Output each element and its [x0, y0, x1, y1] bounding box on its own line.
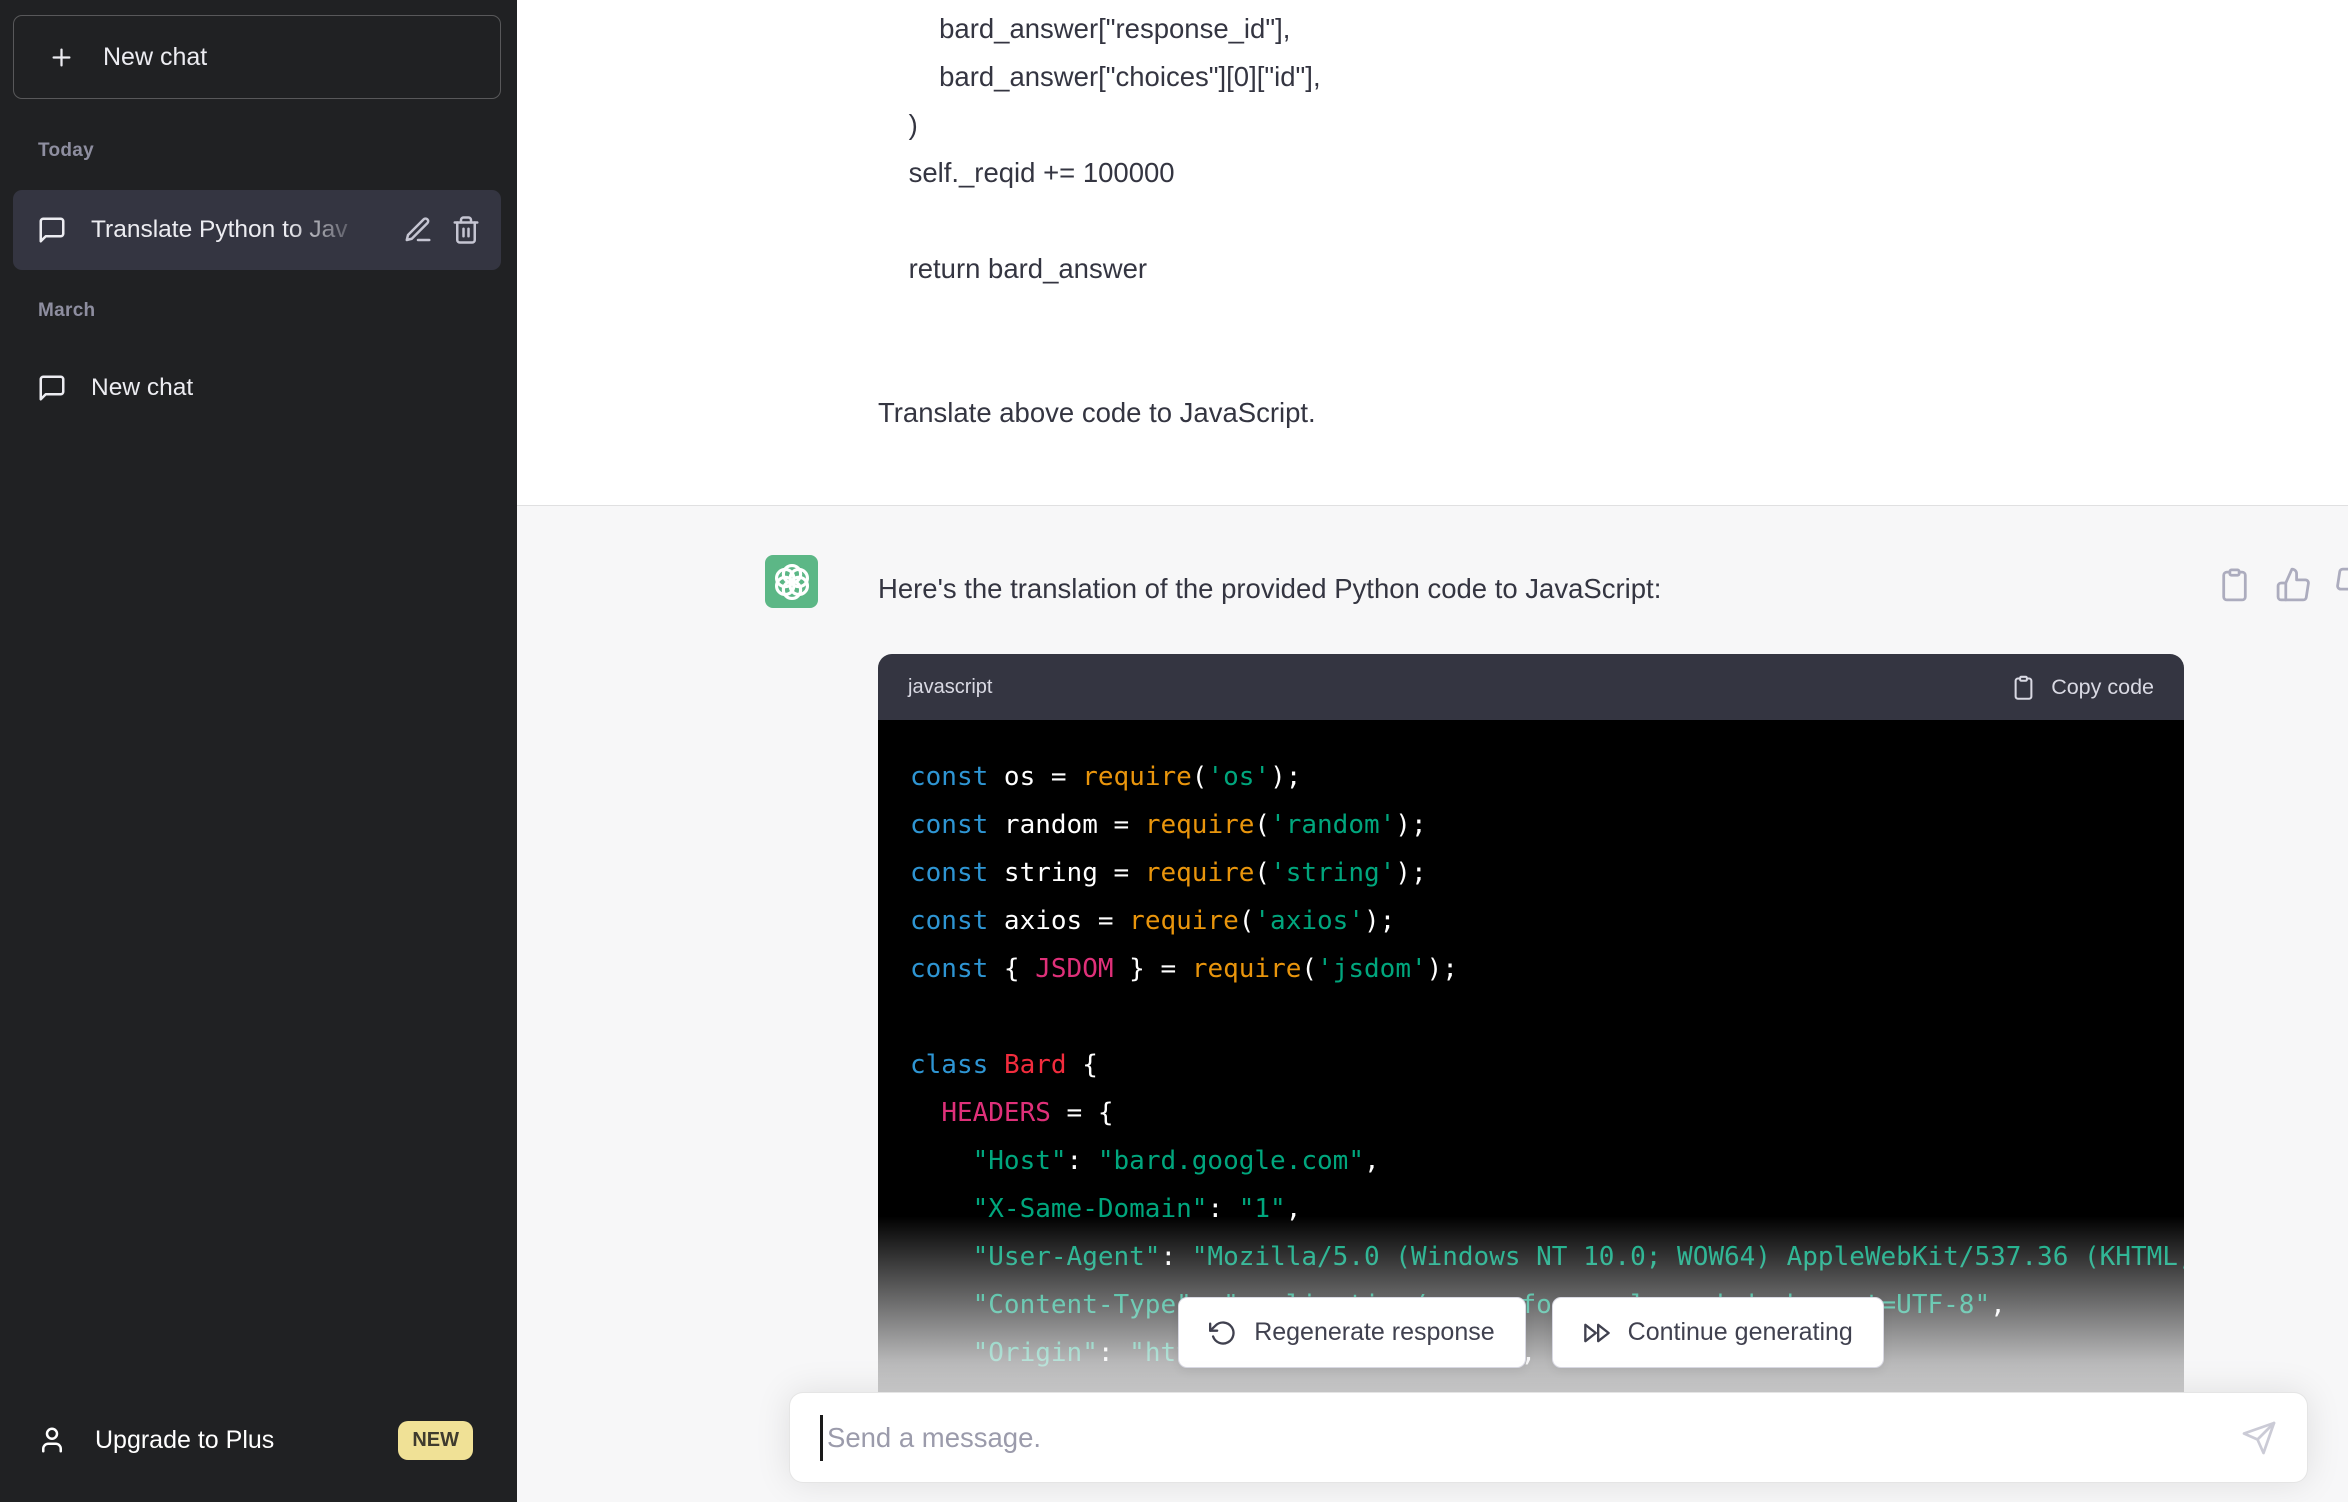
code-content: const os = require('os'); const random = …: [910, 762, 2184, 1368]
sidebar-item-translate-python[interactable]: Translate Python to Jav: [13, 190, 501, 270]
send-paper-plane-icon: [2242, 1421, 2276, 1454]
message-actions: [2216, 566, 2348, 603]
assistant-intro-text: Here's the translation of the provided P…: [878, 573, 1662, 604]
plus-icon: [48, 44, 75, 71]
conversation-pane: bard_answer["response_id"], bard_answer[…: [517, 0, 2348, 1502]
thumbs-down-icon[interactable]: [2334, 566, 2348, 603]
fast-forward-icon: [1583, 1319, 1611, 1347]
chat-bubble-icon: [37, 215, 67, 245]
new-chat-label: New chat: [103, 42, 208, 71]
chatgpt-app: New chat Today Translate Python to Jav M…: [0, 0, 2348, 1502]
text-cursor: [820, 1414, 823, 1461]
send-message-button[interactable]: [2241, 1420, 2277, 1456]
continue-label: Continue generating: [1627, 1318, 1853, 1346]
copy-message-icon[interactable]: [2216, 566, 2253, 603]
composer-placeholder: Send a message.: [827, 1421, 1042, 1453]
clipboard-icon: [2010, 674, 2037, 701]
sidebar: New chat Today Translate Python to Jav M…: [0, 0, 517, 1502]
new-badge: NEW: [398, 1420, 473, 1460]
upgrade-label: Upgrade to Plus: [95, 1425, 275, 1454]
assistant-message-row: Here's the translation of the provided P…: [517, 505, 2348, 1502]
regenerate-response-button[interactable]: Regenerate response: [1178, 1297, 1526, 1368]
code-language-label: javascript: [908, 675, 993, 698]
copy-code-label: Copy code: [2051, 674, 2154, 699]
continue-generating-button[interactable]: Continue generating: [1551, 1297, 1884, 1368]
regenerate-label: Regenerate response: [1254, 1318, 1495, 1346]
history-section-today: Today: [38, 140, 95, 161]
sidebar-item-new-chat[interactable]: New chat: [13, 356, 501, 420]
chat-title: Translate Python to Jav: [91, 216, 348, 243]
upgrade-to-plus-button[interactable]: Upgrade to Plus NEW: [13, 1408, 501, 1472]
message-composer[interactable]: Send a message.: [789, 1392, 2308, 1483]
thumbs-up-icon[interactable]: [2275, 566, 2312, 603]
chat-title: New chat: [91, 374, 194, 401]
regenerate-icon: [1209, 1319, 1237, 1347]
openai-logo-icon: [774, 563, 809, 600]
code-block-header: javascript Copy code: [878, 654, 2184, 720]
user-message-row: bard_answer["response_id"], bard_answer[…: [517, 0, 2348, 505]
user-icon: [37, 1425, 67, 1455]
chatgpt-avatar: [765, 555, 818, 608]
chat-bubble-icon: [37, 373, 67, 403]
history-section-march: March: [38, 300, 96, 321]
response-actions: Regenerate response Continue generating: [878, 1297, 2184, 1368]
delete-trash-icon[interactable]: [451, 215, 481, 245]
edit-pencil-icon[interactable]: [403, 215, 433, 245]
user-message-text: bard_answer["response_id"], bard_answer[…: [878, 13, 1321, 428]
new-chat-button[interactable]: New chat: [13, 15, 501, 99]
copy-code-button[interactable]: Copy code: [2010, 674, 2154, 701]
